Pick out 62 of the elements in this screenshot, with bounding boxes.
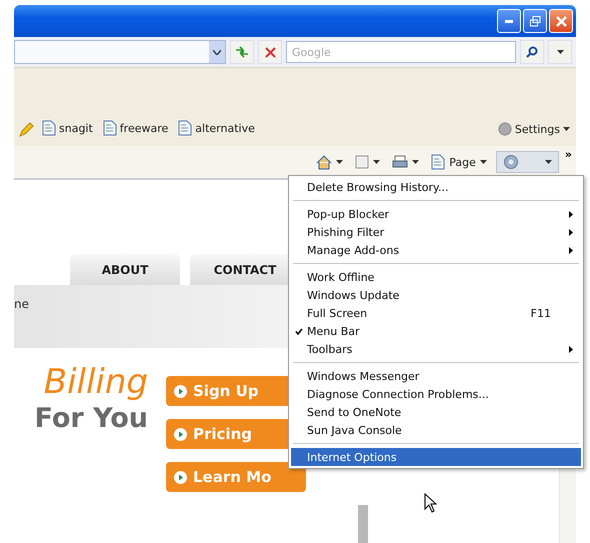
search-icon — [526, 46, 538, 58]
page-icon — [431, 154, 446, 170]
caret-icon[interactable] — [373, 160, 380, 164]
home-icon — [316, 154, 332, 170]
stop-button[interactable] — [258, 40, 282, 64]
dropdown-icon[interactable] — [213, 50, 221, 54]
restore-icon — [530, 16, 540, 26]
submenu-arrow-icon — [569, 228, 573, 236]
caret-icon[interactable] — [544, 160, 552, 164]
favorite-link[interactable]: snagit — [40, 118, 95, 138]
favorite-link[interactable]: freeware — [100, 118, 170, 138]
menu-item[interactable]: Windows Update — [291, 286, 581, 304]
menu-item[interactable]: Phishing Filter — [291, 223, 581, 241]
submenu-arrow-icon — [569, 246, 573, 254]
caret-icon[interactable] — [412, 160, 420, 164]
page-icon — [42, 120, 56, 136]
menu-item[interactable]: Delete Browsing History... — [291, 178, 581, 196]
maximize-button[interactable] — [523, 9, 547, 33]
play-icon — [174, 384, 187, 398]
menu-item[interactable]: Full Screen F11 — [291, 304, 581, 322]
printer-icon — [392, 155, 408, 169]
pole-graphic — [358, 505, 368, 543]
caret-icon[interactable] — [336, 160, 344, 164]
feed-icon — [355, 155, 370, 169]
search-field[interactable]: Google — [286, 41, 516, 63]
circle-icon — [498, 122, 512, 136]
page-menu-button[interactable]: Page — [428, 152, 490, 172]
search-options-button[interactable] — [548, 40, 572, 64]
close-button[interactable] — [549, 9, 573, 33]
caret-icon[interactable] — [563, 127, 570, 131]
minimize-icon — [505, 20, 513, 22]
headline: Billing — [44, 362, 148, 402]
menu-item[interactable]: Internet Options — [291, 448, 581, 466]
submenu-arrow-icon — [569, 346, 573, 352]
banner-text: ne — [14, 297, 29, 311]
subheadline: For You — [34, 402, 148, 436]
gear-icon — [502, 154, 519, 170]
cursor-icon — [424, 493, 437, 513]
page-icon — [178, 120, 192, 136]
arrows-icon — [235, 46, 249, 58]
chevron-button[interactable]: » — [564, 148, 572, 161]
pencil-icon[interactable] — [18, 122, 34, 138]
menu-item[interactable]: Pop-up Blocker — [291, 205, 581, 223]
close-icon — [556, 16, 566, 26]
refresh-button[interactable] — [230, 40, 254, 64]
search-button[interactable] — [520, 40, 544, 64]
menu-item[interactable]: Menu Bar — [291, 322, 581, 340]
page-icon — [102, 120, 117, 136]
caret-icon[interactable] — [556, 50, 564, 54]
play-icon — [174, 428, 187, 440]
favorite-link[interactable]: alternative — [176, 118, 257, 138]
caret-icon[interactable] — [480, 160, 487, 164]
settings-button[interactable]: Settings — [496, 120, 572, 138]
menu-item[interactable]: Send to OneNote — [291, 403, 581, 421]
minimize-button[interactable] — [497, 9, 521, 33]
menu-item[interactable]: Toolbars — [291, 340, 581, 358]
check-icon — [295, 328, 303, 334]
submenu-arrow-icon — [569, 210, 573, 218]
play-icon — [174, 470, 187, 484]
address-field[interactable] — [14, 40, 226, 64]
close-icon — [264, 46, 276, 58]
nav-tab[interactable]: ABOUT — [70, 254, 180, 285]
